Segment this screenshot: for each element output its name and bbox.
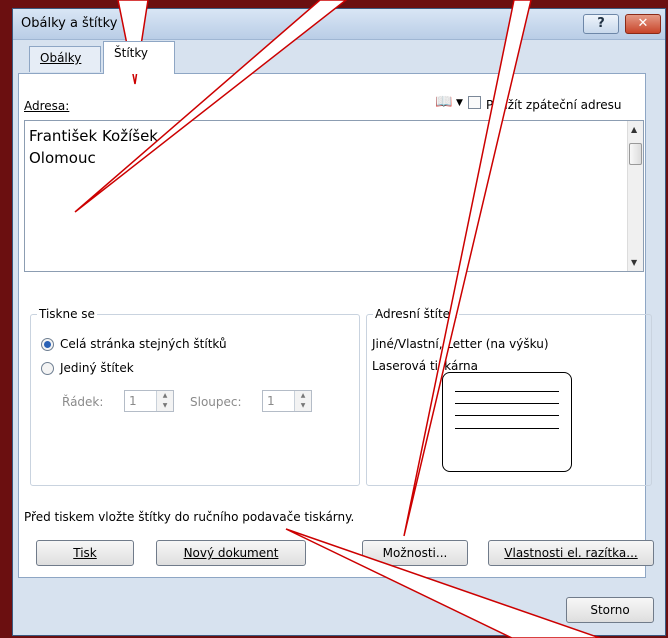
address-book-icon[interactable]: 📖 [435, 94, 452, 110]
window-title: Obálky a štítky [21, 16, 118, 31]
cancel-button-label: Storno [590, 603, 630, 617]
tab-envelopes[interactable]: Obálky [29, 46, 101, 72]
column-down-icon[interactable]: ▼ [295, 401, 311, 411]
scroll-thumb[interactable] [629, 143, 642, 165]
printer-type-text: Laserová tiskárna [372, 359, 479, 373]
new-document-button-label: Nový dokument [183, 546, 279, 560]
address-scrollbar[interactable]: ▲ ▼ [627, 121, 643, 271]
print-button[interactable]: Tisk [36, 540, 134, 566]
row-up-icon[interactable]: ▲ [157, 391, 173, 401]
row-label: Řádek: [62, 395, 104, 409]
scroll-down-icon[interactable]: ▼ [631, 258, 637, 267]
full-page-radio[interactable] [41, 338, 54, 351]
tab-labels-label: Štítky [114, 46, 148, 60]
print-group-title: Tiskne se [37, 307, 97, 321]
label-type-text: Jiné/Vlastní, Letter (na výšku) [372, 337, 549, 351]
postage-properties-button-label: Vlastnosti el. razítka... [504, 546, 638, 560]
tab-labels[interactable]: Štítky [103, 41, 175, 74]
label-preview[interactable] [442, 372, 572, 472]
cancel-button[interactable]: Storno [566, 597, 654, 623]
new-document-button[interactable]: Nový dokument [156, 540, 306, 566]
address-textarea[interactable]: František Kožíšek Olomouc ▲ ▼ [24, 120, 644, 272]
column-value: 1 [267, 394, 275, 408]
single-label-label: Jediný štítek [60, 361, 134, 375]
address-label: Adresa: [24, 99, 70, 113]
row-down-icon[interactable]: ▼ [157, 401, 173, 411]
feed-hint: Před tiskem vložte štítky do ručního pod… [24, 510, 355, 524]
help-button[interactable]: ? [583, 14, 619, 34]
options-button[interactable]: Možnosti... [362, 540, 468, 566]
row-stepper[interactable]: 1 ▲ ▼ [124, 390, 174, 412]
use-return-address-checkbox[interactable] [468, 96, 481, 109]
address-text: František Kožíšek Olomouc [29, 127, 158, 167]
column-label: Sloupec: [190, 395, 242, 409]
column-up-icon[interactable]: ▲ [295, 391, 311, 401]
full-page-label: Celá stránka stejných štítků [60, 337, 227, 351]
close-button[interactable]: ✕ [625, 14, 661, 34]
column-stepper[interactable]: 1 ▲ ▼ [262, 390, 312, 412]
print-button-label: Tisk [73, 546, 97, 560]
tab-envelopes-label: Obálky [40, 51, 82, 65]
title-bar: Obálky a štítky ? ✕ [13, 9, 665, 40]
chevron-down-icon[interactable]: ▼ [456, 98, 463, 108]
use-return-address-label: Použít zpáteční adresu [486, 98, 622, 112]
options-button-label: Možnosti... [382, 546, 448, 560]
postage-properties-button[interactable]: Vlastnosti el. razítka... [488, 540, 654, 566]
row-value: 1 [129, 394, 137, 408]
label-group-title: Adresní štítek [373, 307, 460, 321]
scroll-up-icon[interactable]: ▲ [631, 125, 637, 134]
single-label-radio[interactable] [41, 362, 54, 375]
